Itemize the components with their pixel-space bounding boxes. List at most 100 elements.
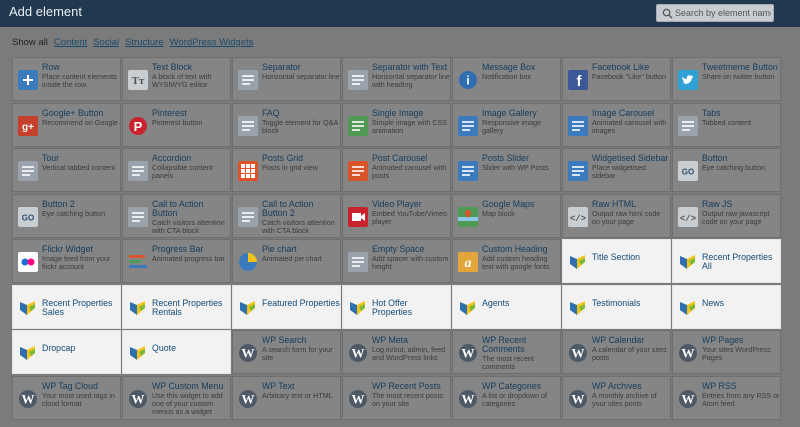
element-dropcap[interactable]: Dropcap [12, 330, 121, 374]
element-faq[interactable]: FAQ Toggle element for Q&A block [232, 102, 341, 147]
element-facebook-like[interactable]: f Facebook Like Facebook "Like" button [562, 57, 671, 101]
element-message-box[interactable]: i Message Box Notification box [452, 57, 561, 101]
element-hot-offer-properties[interactable]: Hot Offer Properties [342, 284, 451, 329]
element-progress-bar[interactable]: Progress Bar Animated progress bar [122, 239, 231, 283]
element-text: Pie chart Animated pie chart [262, 245, 340, 263]
element-raw-html[interactable]: </> Raw HTML Output raw html code on your … [562, 193, 671, 238]
element-custom-heading[interactable]: a Custom Heading Add custom heading text w… [452, 239, 561, 283]
svg-text:</>: </> [570, 214, 586, 224]
filter-structure[interactable]: Structure [125, 37, 164, 48]
element-wp-search[interactable]: W WP Search A search form for your site [232, 330, 341, 374]
element-wp-meta[interactable]: W WP Meta Log in/out, admin, feed and Word… [342, 330, 451, 374]
element-separator-with-text[interactable]: Separator with Text Horizontal separator … [342, 57, 451, 101]
element-wp-custom-menu[interactable]: W WP Custom Menu Use this widget to add on… [122, 375, 231, 420]
svg-text:GO: GO [22, 213, 34, 222]
pinterest-icon: P [128, 116, 148, 136]
filter-show-all[interactable]: Show all [12, 37, 48, 48]
posts-slider-icon [458, 161, 478, 181]
filter-wordpress-widgets[interactable]: WordPress Widgets [170, 37, 254, 48]
element-posts-slider[interactable]: Posts Slider Slider with WP Posts [452, 148, 561, 192]
element-separator[interactable]: Separator Horizontal separator line [232, 57, 341, 101]
code-icon: </> [568, 206, 588, 227]
element-description: Place widgetised sidebar [592, 163, 646, 180]
posts-grid-icon [238, 161, 258, 181]
element-title: Widgetised Sidebar [592, 153, 669, 163]
wordpress-icon: W [458, 343, 478, 363]
element-title: Tweetmeme Button [702, 62, 778, 72]
element-testimonials[interactable]: Testimonials [562, 284, 671, 329]
element-text: Button Eye catching button [702, 154, 780, 172]
wordpress-icon: W [458, 389, 478, 409]
element-title-section[interactable]: Title Section [562, 239, 671, 283]
element-text: WP Recent Posts The most recent posts on … [372, 381, 450, 408]
element-recent-properties-all[interactable]: Recent Properties All [672, 239, 781, 283]
element-wp-tag-cloud[interactable]: W WP Tag Cloud Your most used tags in clou… [12, 375, 121, 420]
filter-content[interactable]: Content [54, 37, 87, 48]
element-description: Add spacer with custom height [372, 254, 449, 271]
element-flickr-widget[interactable]: Flickr Widget Image feed from your flickr… [12, 239, 121, 283]
element-wp-text[interactable]: W WP Text Arbitrary text or HTML [232, 375, 341, 420]
element-image-carousel[interactable]: Image Carousel Animated carousel with ima… [562, 102, 671, 147]
element-quote[interactable]: Quote [122, 330, 231, 374]
element-title: Empty Space [372, 244, 425, 254]
element-wp-calendar[interactable]: W WP Calendar A calendar of your sites pos… [562, 330, 671, 374]
element-recent-properties-rentals[interactable]: Recent Properties Rentals [122, 284, 231, 329]
element-raw-js[interactable]: </> Raw JS Output raw javascript code on y… [672, 193, 781, 238]
element-widgetised-sidebar[interactable]: Widgetised Sidebar Place widgetised sideb… [562, 148, 671, 192]
element-row[interactable]: Row Place content elements inside the row [12, 57, 121, 101]
element-pinterest[interactable]: P Pinterest Pinterest button [122, 102, 231, 147]
svg-text:Tт: Tт [132, 75, 145, 87]
element-posts-grid[interactable]: Posts Grid Posts in grid view [232, 148, 341, 192]
element-text: Testimonials [592, 298, 670, 308]
element-title: Dropcap [42, 343, 76, 353]
search-input[interactable] [675, 6, 771, 20]
element-post-carousel[interactable]: Post Carousel Animated carousel with post… [342, 148, 451, 192]
element-tour[interactable]: Tour Vertical tabbed content [12, 148, 121, 192]
element-wp-categories[interactable]: W WP Categories A list or dropdown of cate… [452, 375, 561, 420]
element-google-maps[interactable]: Google Maps Map block [452, 193, 561, 238]
element-text: Posts Slider Slider with WP Posts [482, 154, 560, 172]
element-description: Eye catching button [702, 163, 766, 172]
element-title: Separator [262, 62, 301, 72]
element-description: Eye catching button [42, 208, 106, 218]
go-button-icon: GO [18, 206, 38, 227]
theme-logo-icon [238, 298, 258, 318]
element-google-button[interactable]: g+ Google+ Button Recommend on Google [12, 102, 121, 147]
element-text: WP RSS Entries from any RSS or Atom feed [702, 381, 780, 408]
element-accordion[interactable]: Accordion Collapsible content panels [122, 148, 231, 192]
element-call-to-action-button-2[interactable]: Call to Action Button 2 Catch visitors at… [232, 193, 341, 238]
element-wp-recent-comments[interactable]: W WP Recent Comments The most recent comme… [452, 330, 561, 374]
element-wp-rss[interactable]: W WP RSS Entries from any RSS or Atom feed [672, 375, 781, 420]
element-wp-archives[interactable]: W WP Archives A monthly archive of your si… [562, 375, 671, 420]
theme-logo-icon [568, 252, 588, 272]
element-text-block[interactable]: Tт Text Block A block of text with WYSIWYG… [122, 57, 231, 101]
element-tabs[interactable]: Tabs Tabbed content [672, 102, 781, 147]
search-box[interactable] [656, 4, 774, 22]
element-button-2[interactable]: GO Button 2 Eye catching button [12, 193, 121, 238]
element-news[interactable]: News [672, 284, 781, 329]
element-single-image[interactable]: Single Image Simple image with CSS animat… [342, 102, 451, 147]
element-description: Map block [482, 208, 515, 218]
element-wp-recent-posts[interactable]: W WP Recent Posts The most recent posts on… [342, 375, 451, 420]
element-agents[interactable]: Agents [452, 284, 561, 329]
cta-icon [238, 206, 258, 227]
element-call-to-action-button[interactable]: Call to Action Button Catch visitors atte… [122, 193, 231, 238]
element-image-gallery[interactable]: Image Gallery Responsive image gallery [452, 102, 561, 147]
tabs-icon [678, 115, 698, 136]
element-text: FAQ Toggle element for Q&A block [262, 108, 340, 135]
element-title: Post Carousel [372, 153, 428, 163]
element-description: Toggle element for Q&A block [262, 117, 338, 135]
element-title: Button 2 [42, 198, 75, 209]
element-title: WP Search [262, 335, 307, 345]
element-wp-pages[interactable]: W WP Pages Your sites WordPress Pages [672, 330, 781, 374]
element-recent-properties-sales[interactable]: Recent Properties Sales [12, 284, 121, 329]
element-pie-chart[interactable]: Pie chart Animated pie chart [232, 239, 341, 283]
image-icon [348, 115, 368, 136]
filter-social[interactable]: Social [93, 37, 119, 48]
element-tweetmeme-button[interactable]: Tweetmeme Button Share on twitter button [672, 57, 781, 101]
element-video-player[interactable]: Video Player Embed YouTube/Vimeo player [342, 193, 451, 238]
element-featured-properties[interactable]: Featured Properties [232, 284, 341, 329]
element-empty-space[interactable]: Empty Space Add spacer with custom height [342, 239, 451, 283]
svg-text:W: W [22, 391, 35, 406]
element-button[interactable]: GO Button Eye catching button [672, 148, 781, 192]
